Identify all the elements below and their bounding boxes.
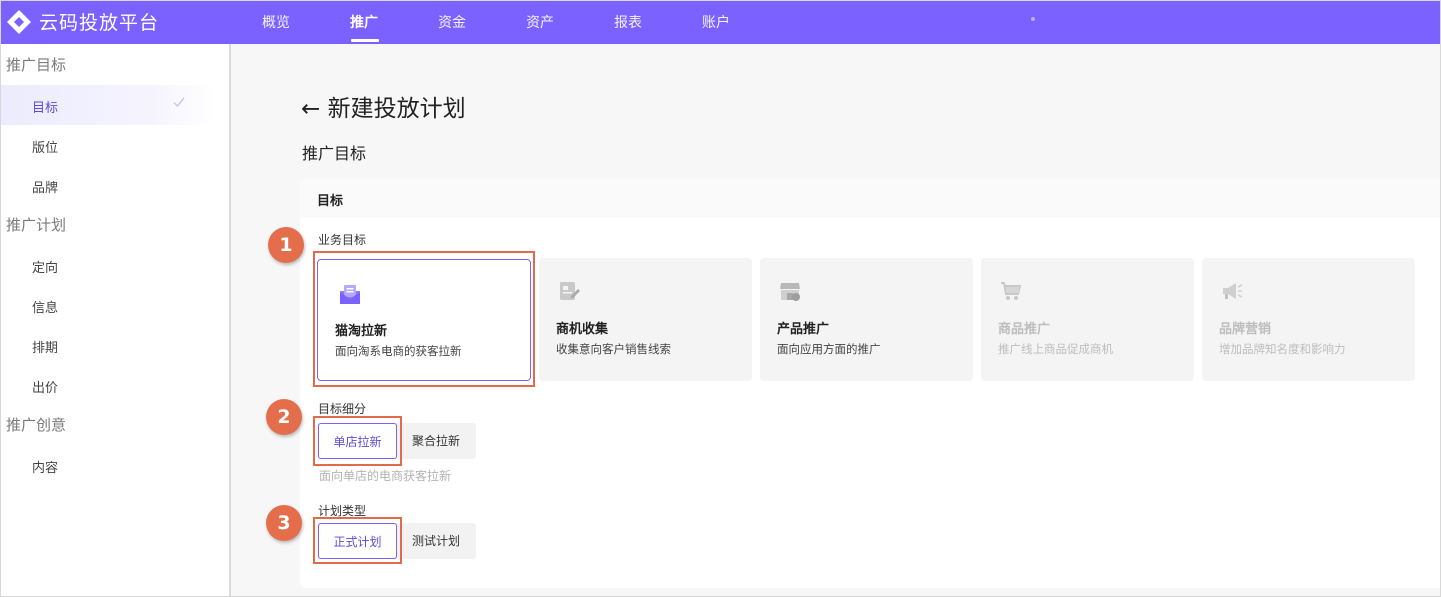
nav-account[interactable]: 账户: [702, 12, 730, 32]
mail-icon: [340, 285, 360, 304]
page-title-text: 新建投放计划: [327, 96, 466, 122]
goal-option-tmall-acquisition[interactable]: 猫淘拉新 面向淘系电商的获客拉新: [317, 259, 531, 381]
goal-desc: 增加品牌知名度和影响力: [1219, 342, 1346, 356]
segment-test-plan[interactable]: 测试计划: [398, 523, 474, 559]
sidebar-item-placement[interactable]: 版位: [0, 125, 215, 165]
segment-aggregate[interactable]: 聚合拉新: [398, 423, 474, 459]
goal-title: 商品推广: [998, 322, 1051, 337]
sidebar-item-schedule[interactable]: 排期: [0, 325, 215, 365]
form-edit-icon: [560, 282, 580, 300]
sidebar-item-info[interactable]: 信息: [0, 285, 215, 325]
card-header: 目标: [300, 178, 1441, 218]
nav-overview[interactable]: 概览: [262, 12, 290, 32]
sidebar-group-plan: 推广计划: [6, 216, 67, 234]
goal-desc: 面向淘系电商的获客拉新: [335, 344, 462, 358]
sidebar-scrollbar[interactable]: [229, 44, 231, 597]
nav-assets[interactable]: 资产: [526, 12, 554, 32]
goal-desc: 收集意向客户销售线索: [556, 342, 671, 356]
plan-type-label: 计划类型: [318, 504, 367, 518]
goal-title: 猫淘拉新: [335, 324, 388, 339]
goal-option-commodity-promotion: 商品推广 推广线上商品促成商机: [981, 258, 1194, 381]
sidebar-item-brand[interactable]: 品牌: [0, 165, 215, 205]
annotation-badge-3: 3: [266, 505, 302, 541]
sidebar-item-label: 出价: [32, 381, 59, 396]
nav-promotion[interactable]: 推广: [350, 12, 378, 32]
annotation-badge-2: 2: [266, 399, 302, 435]
sidebar-item-label: 信息: [32, 301, 59, 316]
sidebar-group-goal: 推广目标: [6, 56, 67, 74]
sidebar-item-label: 版位: [32, 141, 59, 156]
goal-option-lead-collection[interactable]: 商机收集 收集意向客户销售线索: [539, 258, 752, 381]
page-title[interactable]: ← 新建投放计划: [301, 89, 466, 123]
sidebar-item-label: 排期: [32, 341, 59, 356]
goal-desc: 面向应用方面的推广: [777, 342, 881, 356]
sidebar-group-creative: 推广创意: [6, 416, 67, 434]
business-goal-label: 业务目标: [318, 233, 367, 247]
segment-single-store[interactable]: 单店拉新: [318, 423, 397, 459]
check-icon: [173, 97, 185, 107]
sidebar-item-label: 目标: [32, 101, 59, 116]
sidebar-item-content[interactable]: 内容: [0, 445, 215, 485]
segment-formal-plan[interactable]: 正式计划: [318, 523, 397, 559]
sidebar-item-label: 定向: [32, 261, 59, 276]
goal-title: 产品推广: [777, 322, 830, 337]
goal-option-product-promotion[interactable]: 产品推广 面向应用方面的推广: [760, 258, 973, 381]
nav-active-indicator: [351, 39, 379, 42]
goal-desc: 推广线上商品促成商机: [998, 342, 1113, 356]
sidebar-item-goal[interactable]: 目标: [0, 85, 215, 125]
goal-title: 商机收集: [556, 322, 609, 337]
store-icon: [780, 283, 800, 301]
card-title: 目标: [317, 194, 344, 209]
section-title: 推广目标: [302, 144, 367, 163]
logo-icon: [7, 10, 31, 34]
sidebar-item-targeting[interactable]: 定向: [0, 245, 215, 285]
cart-icon: [1001, 282, 1022, 300]
goal-breakdown-hint: 面向单店的电商获客拉新: [319, 469, 452, 483]
back-arrow-icon[interactable]: ←: [301, 96, 320, 122]
goal-title: 品牌营销: [1219, 322, 1272, 337]
nav-reports[interactable]: 报表: [614, 12, 642, 32]
goal-breakdown-label: 目标细分: [318, 402, 367, 416]
nav-dot: [1031, 17, 1035, 21]
brand-name: 云码投放平台: [39, 12, 160, 34]
sidebar: 推广目标 目标 版位 品牌 推广计划 定向 信息 排期 出价 推广创意 内容: [0, 44, 231, 597]
sidebar-item-label: 品牌: [32, 181, 59, 196]
goal-option-brand-marketing: 品牌营销 增加品牌知名度和影响力: [1202, 258, 1415, 381]
nav-funds[interactable]: 资金: [438, 12, 466, 32]
sidebar-item-label: 内容: [32, 461, 59, 476]
sidebar-item-bid[interactable]: 出价: [0, 365, 215, 405]
megaphone-icon: [1223, 283, 1243, 299]
top-navbar: 云码投放平台 概览 推广 资金 资产 报表 账户: [0, 0, 1441, 44]
annotation-badge-1: 1: [268, 227, 304, 263]
